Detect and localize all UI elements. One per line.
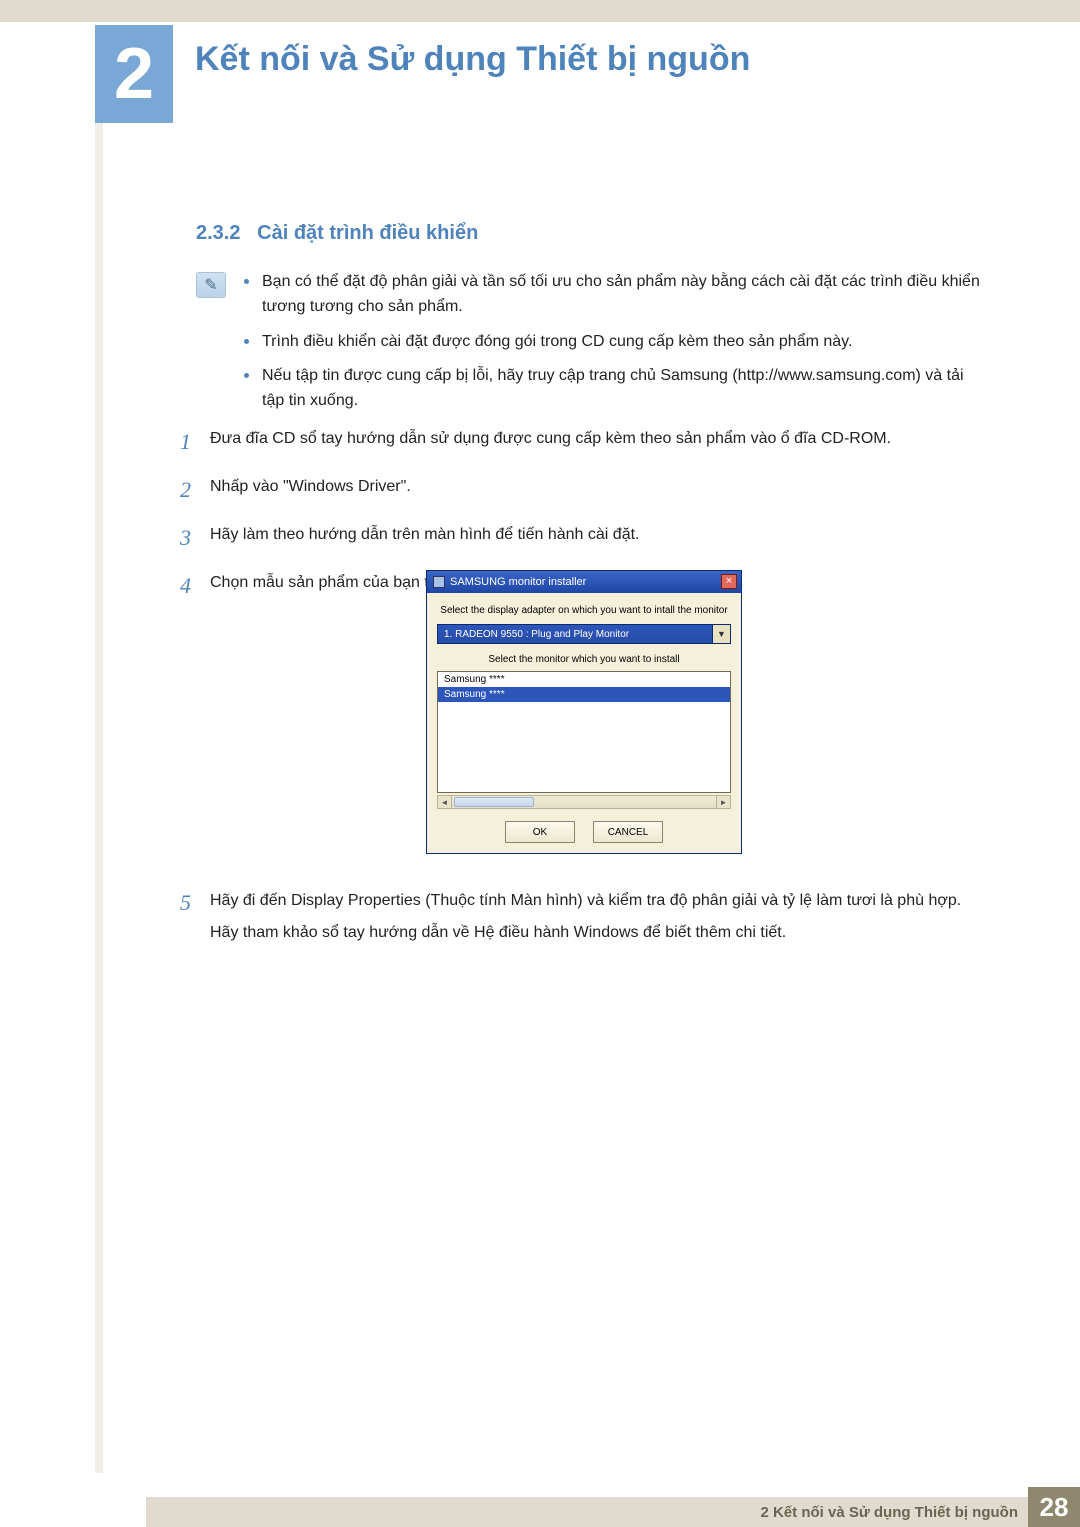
adapter-prompt: Select the display adapter on which you … [437,605,731,616]
horizontal-scrollbar[interactable]: ◄ ► [437,795,731,809]
scroll-left-icon[interactable]: ◄ [438,796,452,808]
page: 2 Kết nối và Sử dụng Thiết bị nguồn 2.3.… [0,0,1080,1527]
chevron-down-icon[interactable]: ▼ [712,625,730,643]
dialog-body: Select the display adapter on which you … [427,593,741,853]
step-text: Hãy làm theo hướng dẫn trên màn hình để … [210,521,980,555]
cancel-button[interactable]: CANCEL [593,821,663,843]
top-band [0,0,1080,22]
step-number: 2 [180,473,210,507]
info-block: ✎ Bạn có thể đặt độ phân giải và tần số … [196,270,980,424]
step-text-line: Hãy đi đến Display Properties (Thuộc tín… [210,892,980,910]
dialog-titlebar[interactable]: SAMSUNG monitor installer × [427,571,741,593]
step-row: 5 Hãy đi đến Display Properties (Thuộc t… [180,890,980,956]
chapter-title: Kết nối và Sử dụng Thiết bị nguồn [195,40,750,79]
step-text: Đưa đĩa CD sổ tay hướng dẫn sử dụng được… [210,425,980,459]
step-row: 3 Hãy làm theo hướng dẫn trên màn hình đ… [180,521,980,555]
step-text-line: Hãy tham khảo sổ tay hướng dẫn về Hệ điề… [210,924,980,942]
step-number: 4 [180,569,210,603]
close-icon[interactable]: × [721,574,737,589]
footer-chapter-label: 2 Kết nối và Sử dụng Thiết bị nguồn [760,1504,1018,1521]
adapter-select[interactable]: 1. RADEON 9550 : Plug and Play Monitor ▼ [437,624,731,644]
info-item: Trình điều khiển cài đặt được đóng gói t… [244,330,980,355]
info-item: Bạn có thể đặt độ phân giải và tần số tố… [244,270,980,320]
section-number: 2.3.2 [196,222,240,244]
step-row: 1 Đưa đĩa CD sổ tay hướng dẫn sử dụng đư… [180,425,980,459]
step-text: Nhấp vào "Windows Driver". [210,473,980,507]
step-number: 3 [180,521,210,555]
footer: 2 Kết nối và Sử dụng Thiết bị nguồn 28 [0,1481,1080,1527]
adapter-select-value: 1. RADEON 9550 : Plug and Play Monitor [444,629,629,640]
list-item[interactable]: Samsung **** [438,687,730,702]
step-number: 1 [180,425,210,459]
info-list: Bạn có thể đặt độ phân giải và tần số tố… [244,270,980,414]
section-title: Cài đặt trình điều khiển [257,222,478,244]
monitor-prompt: Select the monitor which you want to ins… [437,654,731,665]
monitor-listbox[interactable]: Samsung **** Samsung **** [437,671,731,793]
chapter-number-box: 2 [95,25,173,123]
ok-button[interactable]: OK [505,821,575,843]
section-heading: 2.3.2 Cài đặt trình điều khiển [196,222,478,245]
dialog-window: SAMSUNG monitor installer × Select the d… [426,570,742,854]
chapter-number: 2 [114,33,154,115]
step-row: 2 Nhấp vào "Windows Driver". [180,473,980,507]
note-icon: ✎ [196,272,226,298]
dialog-title-text: SAMSUNG monitor installer [450,576,586,588]
scroll-right-icon[interactable]: ► [716,796,730,808]
step-number: 5 [180,890,210,956]
footer-page-number: 28 [1040,1492,1069,1523]
step-text: Hãy đi đến Display Properties (Thuộc tín… [210,890,980,956]
footer-page-box: 28 [1028,1487,1080,1527]
list-item[interactable]: Samsung **** [438,672,730,687]
footer-bar: 2 Kết nối và Sử dụng Thiết bị nguồn 28 [95,1487,1080,1527]
scroll-thumb[interactable] [454,797,534,807]
left-accent-bar [95,123,103,1473]
info-item: Nếu tập tin được cung cấp bị lỗi, hãy tr… [244,364,980,414]
app-icon [433,576,445,588]
dialog-buttons: OK CANCEL [437,821,731,843]
installer-dialog: SAMSUNG monitor installer × Select the d… [426,570,742,854]
